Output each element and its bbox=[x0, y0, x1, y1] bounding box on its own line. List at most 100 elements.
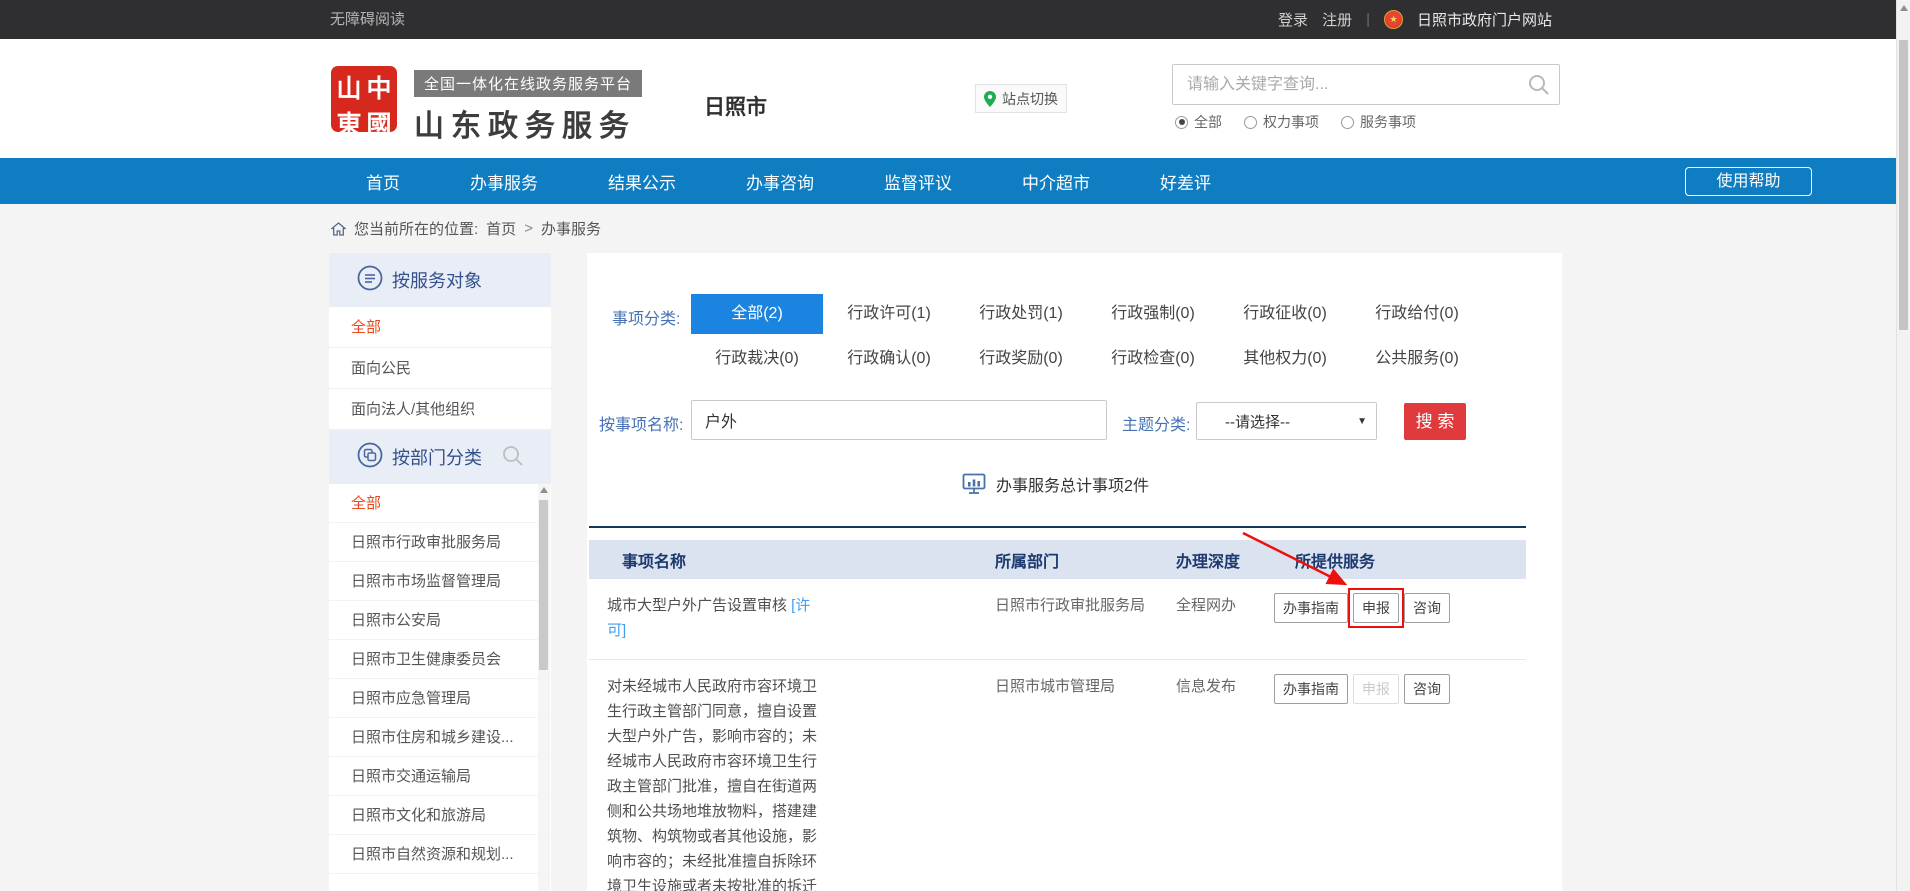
seal-char: 中 bbox=[364, 69, 394, 105]
sidebar-item-日照市公安局[interactable]: 日照市公安局 bbox=[329, 601, 551, 640]
category-tab-行政确认(0)[interactable]: 行政确认(0) bbox=[823, 342, 955, 376]
accessibility-link[interactable]: 无障碍阅读 bbox=[330, 0, 405, 39]
category-tab-行政许可(1)[interactable]: 行政许可(1) bbox=[823, 294, 955, 334]
sidebar-item-面向公民[interactable]: 面向公民 bbox=[329, 348, 551, 389]
topbar-divider: | bbox=[1366, 11, 1370, 28]
category-tab-行政裁决(0)[interactable]: 行政裁决(0) bbox=[691, 342, 823, 376]
main-panel: 事项分类: 全部(2)行政许可(1)行政处罚(1)行政强制(0)行政征收(0)行… bbox=[587, 253, 1562, 891]
item-name-text[interactable]: 对未经城市人民政府市容环境卫生行政主管部门同意，擅自设置大型户外广告，影响市容的… bbox=[607, 674, 822, 891]
sidebar-search-icon[interactable] bbox=[501, 444, 525, 473]
search-scope-radio-全部[interactable]: 全部 bbox=[1175, 112, 1222, 132]
department-copy-icon bbox=[357, 442, 383, 473]
page-scrollbar[interactable] bbox=[1896, 0, 1910, 891]
seal-char: 東 bbox=[334, 105, 364, 141]
brand-title: 山东政务服务 bbox=[414, 101, 642, 145]
sidebar-item-日照市文化和旅游局[interactable]: 日照市文化和旅游局 bbox=[329, 796, 551, 835]
nav-item-办事服务[interactable]: 办事服务 bbox=[470, 169, 538, 194]
category-tab-行政给付(0)[interactable]: 行政给付(0) bbox=[1351, 294, 1483, 334]
category-tab-行政征收(0)[interactable]: 行政征收(0) bbox=[1219, 294, 1351, 334]
sidebar-item-日照市自然资源和规划...[interactable]: 日照市自然资源和规划... bbox=[329, 835, 551, 874]
cell-department: 日照市城市管理局 bbox=[995, 674, 1176, 699]
nav-item-首页[interactable]: 首页 bbox=[366, 169, 400, 194]
breadcrumb-home-link[interactable]: 首页 bbox=[486, 218, 516, 239]
cell-item-name: 对未经城市人民政府市容环境卫生行政主管部门同意，擅自设置大型户外广告，影响市容的… bbox=[589, 674, 995, 891]
category-filter-label: 事项分类: bbox=[612, 305, 680, 329]
category-tab-其他权力(0)[interactable]: 其他权力(0) bbox=[1219, 342, 1351, 376]
category-tabs-row-2: 行政裁决(0)行政确认(0)行政奖励(0)行政检查(0)其他权力(0)公共服务(… bbox=[691, 342, 1483, 376]
result-summary: 办事服务总计事项2件 bbox=[587, 472, 1524, 496]
item-tag-link[interactable]: [许可] bbox=[607, 597, 810, 639]
search-scope-label: 权力事项 bbox=[1263, 112, 1319, 132]
breadcrumb-current: 办事服务 bbox=[541, 218, 601, 239]
action-button-办事指南[interactable]: 办事指南 bbox=[1274, 593, 1348, 623]
nav-item-办事咨询[interactable]: 办事咨询 bbox=[746, 169, 814, 194]
chevron-down-icon: ▼ bbox=[1357, 416, 1367, 427]
seal-char: 山 bbox=[334, 69, 364, 105]
page-scrollbar-up-icon[interactable] bbox=[1900, 5, 1908, 11]
register-link[interactable]: 注册 bbox=[1322, 9, 1352, 30]
category-tab-公共服务(0)[interactable]: 公共服务(0) bbox=[1351, 342, 1483, 376]
shandong-seal-logo: 山 中 東 國 bbox=[331, 66, 397, 132]
nav-item-好差评[interactable]: 好差评 bbox=[1160, 169, 1211, 194]
portal-link[interactable]: 日照市政府门户网站 bbox=[1417, 9, 1552, 30]
nav-item-中介超市[interactable]: 中介超市 bbox=[1022, 169, 1090, 194]
topic-select[interactable]: --请选择-- ▼ bbox=[1196, 402, 1377, 440]
site-switch-button[interactable]: 站点切换 bbox=[975, 84, 1067, 113]
category-tab-行政奖励(0)[interactable]: 行政奖励(0) bbox=[955, 342, 1087, 376]
search-button[interactable]: 搜 索 bbox=[1404, 403, 1466, 440]
category-tab-全部(2)[interactable]: 全部(2) bbox=[691, 294, 823, 334]
scrollbar-thumb[interactable] bbox=[539, 500, 548, 670]
breadcrumb: 您当前所在的位置: 首页 > 办事服务 bbox=[331, 204, 601, 253]
sidebar-item-日照市交通运输局[interactable]: 日照市交通运输局 bbox=[329, 757, 551, 796]
search-scope-label: 服务事项 bbox=[1360, 112, 1416, 132]
topic-select-value: --请选择-- bbox=[1225, 411, 1290, 432]
home-icon bbox=[331, 222, 346, 236]
action-button-咨询[interactable]: 咨询 bbox=[1404, 593, 1450, 623]
cell-actions: 办事指南申报咨询 bbox=[1274, 593, 1526, 623]
category-tab-行政检查(0)[interactable]: 行政检查(0) bbox=[1087, 342, 1219, 376]
page-scrollbar-thumb[interactable] bbox=[1899, 40, 1908, 330]
sidebar-item-全部[interactable]: 全部 bbox=[329, 307, 551, 348]
radio-icon[interactable] bbox=[1175, 116, 1188, 129]
help-button[interactable]: 使用帮助 bbox=[1685, 167, 1812, 196]
action-button-申报: 申报 bbox=[1353, 674, 1399, 704]
nav-item-结果公示[interactable]: 结果公示 bbox=[608, 169, 676, 194]
radio-icon[interactable] bbox=[1341, 116, 1354, 129]
search-scope-radio-服务事项[interactable]: 服务事项 bbox=[1341, 112, 1416, 132]
sidebar-item-日照市卫生健康委员会[interactable]: 日照市卫生健康委员会 bbox=[329, 640, 551, 679]
search-scope-radio-权力事项[interactable]: 权力事项 bbox=[1244, 112, 1319, 132]
chart-monitor-icon bbox=[962, 473, 986, 495]
item-name-input[interactable] bbox=[691, 400, 1107, 440]
radio-icon[interactable] bbox=[1244, 116, 1257, 129]
column-header-item-name: 事项名称 bbox=[589, 548, 995, 572]
search-icon[interactable] bbox=[1527, 73, 1551, 97]
column-header-depth: 办理深度 bbox=[1176, 548, 1274, 572]
sidebar-item-日照市应急管理局[interactable]: 日照市应急管理局 bbox=[329, 679, 551, 718]
sidebar-item-面向法人/其他组织[interactable]: 面向法人/其他组织 bbox=[329, 389, 551, 430]
sidebar-section-header-按部门分类: 按部门分类 bbox=[329, 430, 551, 484]
item-name-text[interactable]: 城市大型户外广告设置审核 [许可] bbox=[607, 593, 822, 643]
breadcrumb-label: 您当前所在的位置: bbox=[354, 218, 478, 239]
seal-char: 國 bbox=[364, 105, 394, 141]
sidebar-item-日照市住房和城乡建设...[interactable]: 日照市住房和城乡建设... bbox=[329, 718, 551, 757]
breadcrumb-separator: > bbox=[524, 220, 533, 237]
action-button-申报[interactable]: 申报 bbox=[1353, 593, 1399, 623]
keyword-search-input[interactable] bbox=[1173, 65, 1513, 104]
main-nav: 首页 办事服务 结果公示 办事咨询 监督评议 中介超市 好差评 使用帮助 bbox=[0, 158, 1910, 204]
category-tab-行政处罚(1)[interactable]: 行政处罚(1) bbox=[955, 294, 1087, 334]
action-button-咨询[interactable]: 咨询 bbox=[1404, 674, 1450, 704]
sidebar-item-全部[interactable]: 全部 bbox=[329, 484, 551, 523]
sidebar-item-日照市市场监督管理局[interactable]: 日照市市场监督管理局 bbox=[329, 562, 551, 601]
sidebar-scrollbar[interactable] bbox=[538, 484, 550, 891]
category-tab-行政强制(0)[interactable]: 行政强制(0) bbox=[1087, 294, 1219, 334]
search-scope-label: 全部 bbox=[1194, 112, 1222, 132]
sidebar-section-title: 按服务对象 bbox=[392, 267, 482, 293]
login-link[interactable]: 登录 bbox=[1278, 9, 1308, 30]
scrollbar-up-arrow-icon[interactable] bbox=[540, 487, 548, 493]
nav-item-监督评议[interactable]: 监督评议 bbox=[884, 169, 952, 194]
brand-block: 全国一体化在线政务服务平台 山东政务服务 bbox=[414, 70, 642, 145]
platform-tag: 全国一体化在线政务服务平台 bbox=[414, 70, 642, 97]
sidebar-item-日照市行政审批服务局[interactable]: 日照市行政审批服务局 bbox=[329, 523, 551, 562]
action-button-办事指南[interactable]: 办事指南 bbox=[1274, 674, 1348, 704]
annotation-highlight-box: 申报 bbox=[1353, 593, 1399, 623]
